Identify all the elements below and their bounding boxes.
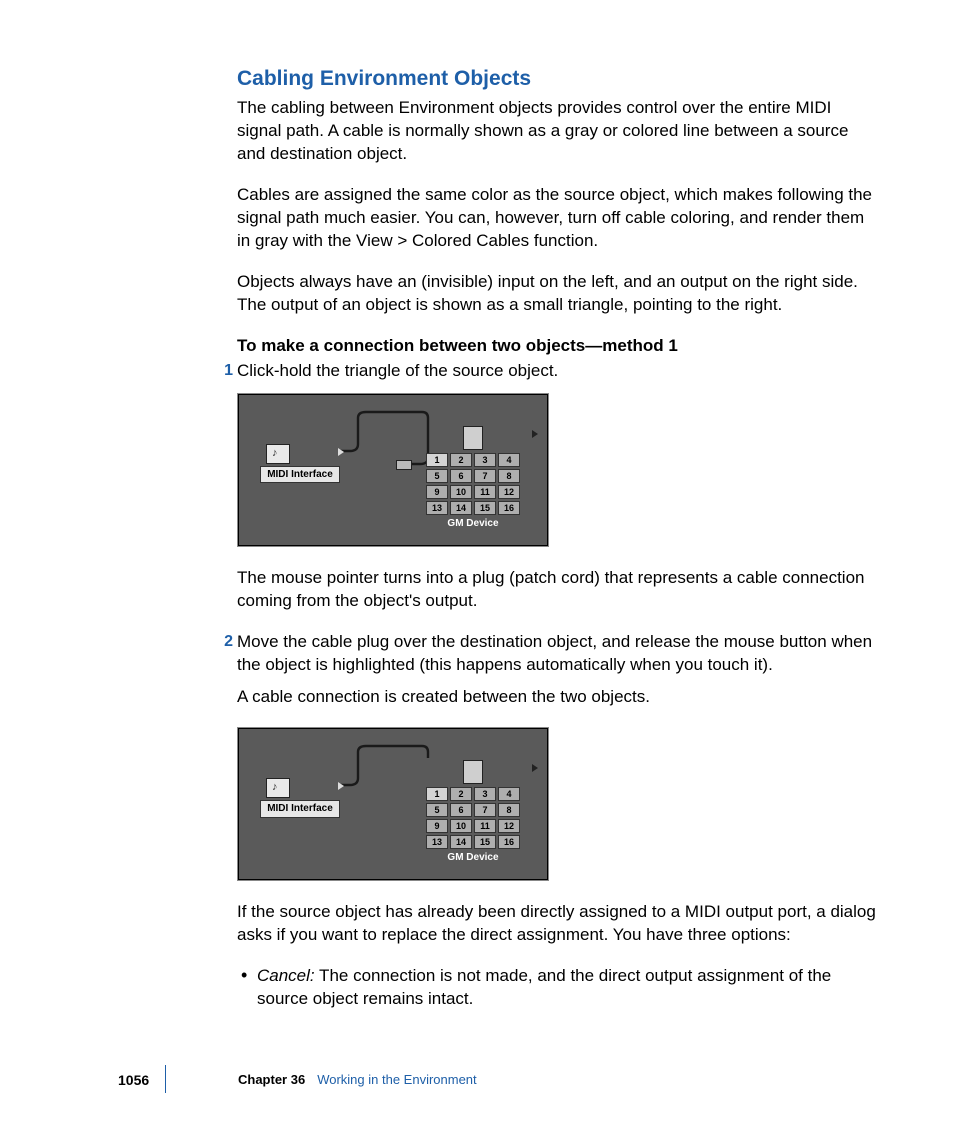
gm-device-object: 1 2 3 4 5 6 7 8 9 10 11 12 13 14 15 16 G… [418,426,528,531]
gm-device-icon [463,760,483,784]
gm-cell: 13 [426,835,448,849]
gm-cell: 9 [426,485,448,499]
gm-cell: 16 [498,501,520,515]
body-paragraph: Objects always have an (invisible) input… [237,271,877,317]
step-text: Move the cable plug over the destination… [237,631,877,677]
gm-cell: 6 [450,469,472,483]
gm-cell: 16 [498,835,520,849]
gm-cell: 10 [450,485,472,499]
gm-cell: 9 [426,819,448,833]
gm-channel-grid: 1 2 3 4 5 6 7 8 9 10 11 12 13 14 15 16 [418,453,528,515]
gm-cell: 1 [426,787,448,801]
midi-interface-label: MIDI Interface [260,800,340,818]
bullet-cancel: • Cancel: The connection is not made, an… [237,965,877,1011]
midi-interface-label: MIDI Interface [260,466,340,484]
bullet-icon: • [241,968,247,982]
method-heading: To make a connection between two objects… [237,335,877,358]
output-triangle-icon [532,430,538,438]
gm-cell: 11 [474,819,496,833]
step-1: 1 Click-hold the triangle of the source … [237,360,877,383]
gm-device-icon [463,426,483,450]
step-text: Click-hold the triangle of the source ob… [237,360,877,383]
midi-interface-icon [266,778,290,798]
step-text: A cable connection is created between th… [237,686,877,709]
step-result: The mouse pointer turns into a plug (pat… [237,567,877,613]
page-content: Cabling Environment Objects The cabling … [237,65,877,1029]
gm-cell: 14 [450,835,472,849]
step-2: 2 Move the cable plug over the destinati… [237,631,877,710]
gm-device-label: GM Device [418,851,528,865]
output-triangle-icon [338,782,344,790]
step-result: If the source object has already been di… [237,901,877,947]
output-triangle-icon [532,764,538,772]
step-number: 1 [219,360,233,382]
gm-device-label: GM Device [418,517,528,531]
gm-cell: 14 [450,501,472,515]
gm-cell: 7 [474,469,496,483]
gm-cell: 7 [474,803,496,817]
chapter-number: Chapter 36 [238,1072,305,1087]
gm-cell: 15 [474,835,496,849]
step-number: 2 [219,631,233,653]
gm-cell: 8 [498,803,520,817]
gm-cell: 15 [474,501,496,515]
chapter-label: Chapter 36 Working in the Environment [238,1071,477,1089]
midi-interface-object: MIDI Interface [260,778,340,818]
gm-cell: 4 [498,787,520,801]
bullet-text: The connection is not made, and the dire… [257,966,831,1008]
gm-cell: 8 [498,469,520,483]
gm-cell: 3 [474,787,496,801]
gm-cell: 12 [498,485,520,499]
gm-cell: 13 [426,501,448,515]
chapter-title: Working in the Environment [317,1072,476,1087]
section-heading: Cabling Environment Objects [237,65,877,93]
midi-interface-object: MIDI Interface [260,444,340,484]
gm-cell: 4 [498,453,520,467]
gm-cell: 12 [498,819,520,833]
gm-channel-grid: 1 2 3 4 5 6 7 8 9 10 11 12 13 14 15 16 [418,787,528,849]
gm-cell: 2 [450,453,472,467]
cable-plug-icon [396,460,412,470]
gm-device-object: 1 2 3 4 5 6 7 8 9 10 11 12 13 14 15 16 G… [418,760,528,865]
midi-interface-icon [266,444,290,464]
page-number: 1056 [118,1071,149,1090]
gm-cell: 11 [474,485,496,499]
figure-cable-connected: MIDI Interface 1 2 3 4 5 6 7 8 9 10 11 1… [237,727,549,881]
figure-cable-drag: MIDI Interface 1 2 3 4 5 6 7 8 9 10 11 1… [237,393,549,547]
body-paragraph: The cabling between Environment objects … [237,97,877,166]
gm-cell: 3 [474,453,496,467]
footer-divider [165,1065,166,1093]
gm-cell: 2 [450,787,472,801]
page-footer: 1056 Chapter 36 Working in the Environmen… [0,1071,954,1095]
body-paragraph: Cables are assigned the same color as th… [237,184,877,253]
gm-cell: 10 [450,819,472,833]
output-triangle-icon [338,448,344,456]
gm-cell: 6 [450,803,472,817]
bullet-label: Cancel: [257,966,315,985]
gm-cell: 1 [426,453,448,467]
gm-cell: 5 [426,469,448,483]
gm-cell: 5 [426,803,448,817]
